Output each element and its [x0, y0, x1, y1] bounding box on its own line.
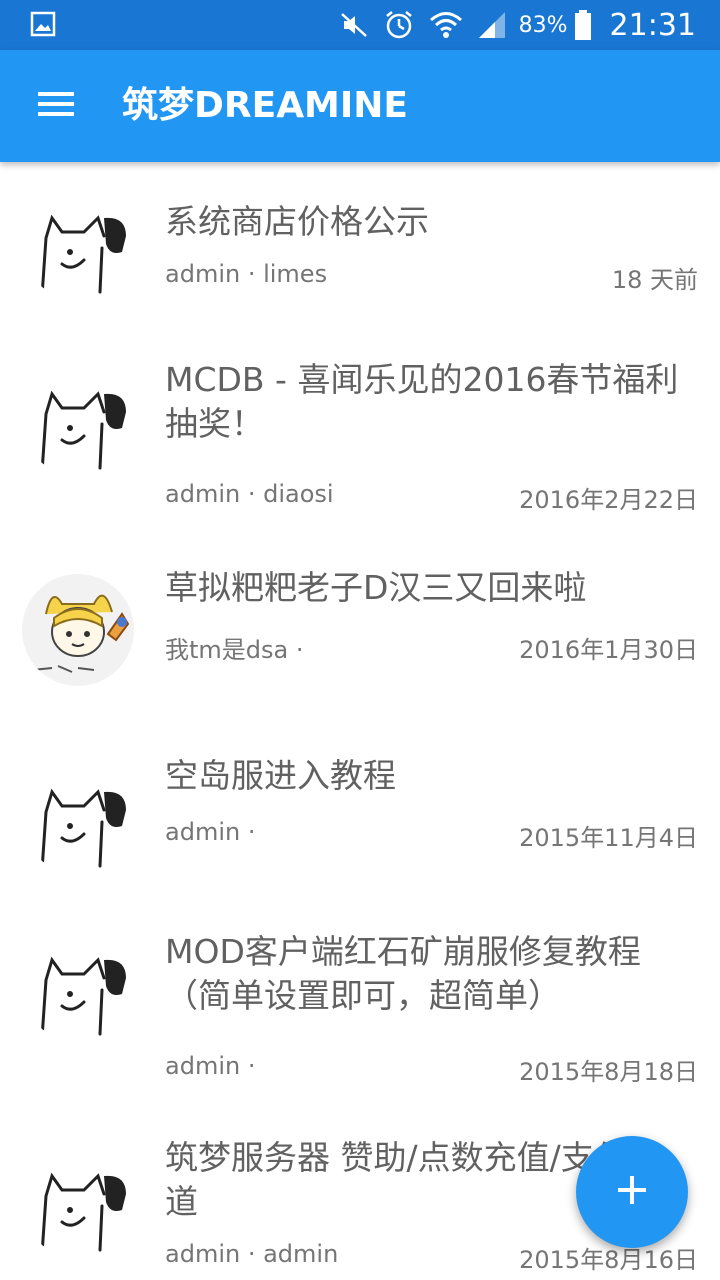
app-title: 筑梦DREAMINE	[122, 85, 408, 126]
post-item[interactable]: MCDB - 喜闻乐见的2016春节福利 抽奖！ admin · diaosi …	[0, 342, 720, 548]
post-title: MOD客户端红石矿崩服修复教程 （简单设置即可，超简单）	[165, 932, 641, 1015]
post-date: 2015年11月4日	[519, 824, 698, 852]
dog-sketch-icon	[22, 930, 134, 1042]
new-post-fab[interactable]	[576, 1136, 688, 1248]
dog-sketch-icon	[22, 364, 134, 476]
battery-icon	[574, 9, 592, 41]
alarm-icon	[383, 9, 415, 41]
post-item[interactable]: MOD客户端红石矿崩服修复教程 （简单设置即可，超简单） admin · 201…	[0, 902, 720, 1120]
dog-sketch-icon	[22, 762, 134, 874]
author-avatar	[22, 1146, 134, 1258]
author-avatar	[22, 574, 134, 686]
author-avatar	[22, 188, 134, 300]
post-date: 2015年8月18日	[519, 1058, 698, 1086]
author-avatar	[22, 930, 134, 1042]
author-avatar	[22, 762, 134, 874]
menu-button[interactable]	[24, 78, 88, 134]
plus-icon	[616, 1174, 648, 1210]
post-author: 我tm是dsa ·	[165, 636, 304, 664]
gallery-icon	[30, 11, 56, 37]
post-author: admin · limes	[165, 260, 328, 288]
post-title: 草拟粑粑老子D汉三又回来啦	[165, 568, 587, 607]
post-date: 2016年2月22日	[519, 486, 698, 514]
mute-icon	[339, 10, 369, 40]
post-author: admin · admin	[165, 1240, 339, 1268]
post-item[interactable]: 系统商店价格公示 admin · limes 18 天前	[0, 162, 720, 342]
post-title: MCDB - 喜闻乐见的2016春节福利 抽奖！	[165, 360, 679, 443]
post-item[interactable]: 草拟粑粑老子D汉三又回来啦 我tm是dsa · 2016年1月30日	[0, 548, 720, 724]
post-date: 2016年1月30日	[519, 636, 698, 664]
wifi-icon	[429, 10, 463, 40]
post-item[interactable]: 空岛服进入教程 admin · 2015年11月4日	[0, 724, 720, 902]
post-title: 空岛服进入教程	[165, 756, 396, 795]
dog-sketch-icon	[22, 188, 134, 300]
status-bar: 83% 21:31	[0, 0, 720, 50]
post-date: 2015年8月16日	[519, 1246, 698, 1274]
battery-percent: 83%	[518, 12, 568, 38]
post-date: 18 天前	[611, 266, 698, 294]
anime-character-icon	[22, 574, 134, 686]
post-author: admin ·	[165, 818, 256, 846]
post-author: admin · diaosi	[165, 480, 334, 508]
clock: 21:31	[609, 7, 696, 43]
post-title: 系统商店价格公示	[165, 202, 429, 241]
hamburger-menu-icon	[36, 90, 76, 122]
author-avatar	[22, 364, 134, 476]
post-author: admin ·	[165, 1052, 256, 1080]
post-list[interactable]: 系统商店价格公示 admin · limes 18 天前 MCDB - 喜闻乐见…	[0, 162, 720, 1280]
signal-icon	[477, 10, 507, 40]
dog-sketch-icon	[22, 1146, 134, 1258]
app-bar: 筑梦DREAMINE	[0, 50, 720, 162]
